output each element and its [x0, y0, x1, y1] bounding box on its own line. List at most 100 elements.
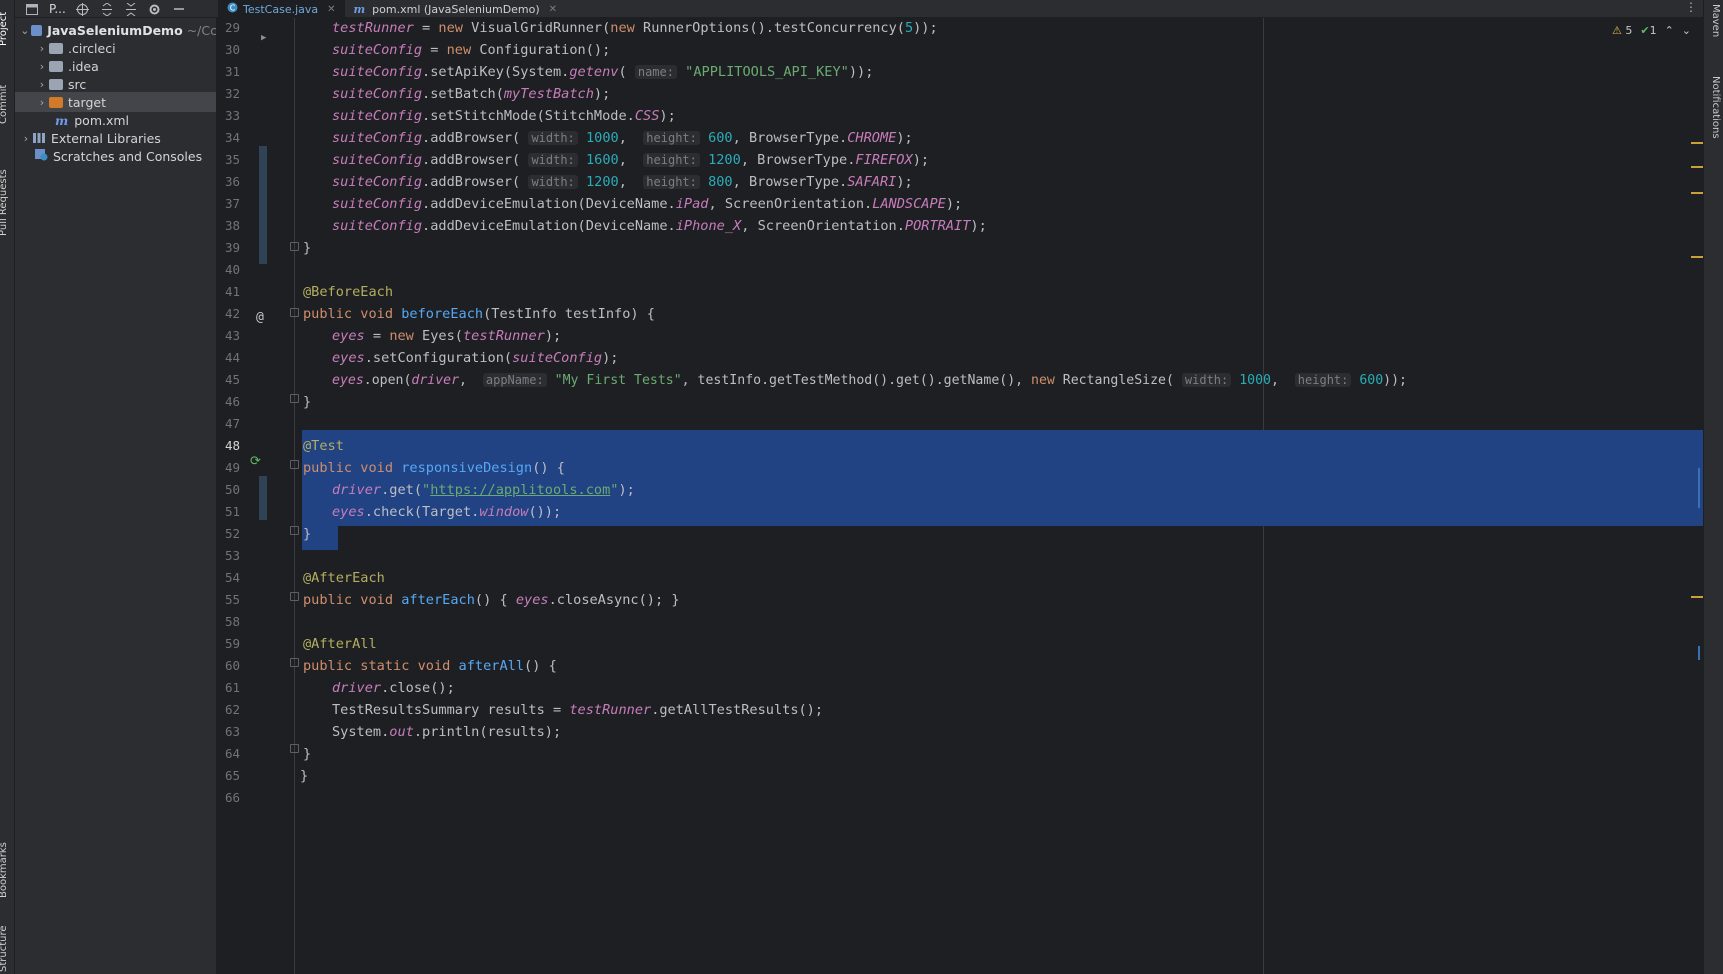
tree-item-label: .idea [68, 58, 99, 74]
line-number: 66 [224, 790, 240, 805]
code-line[interactable]: suiteConfig.setStitchMode(StitchMode.CSS… [300, 104, 1703, 128]
code-line[interactable] [300, 544, 1703, 568]
line-number: 42 [224, 306, 240, 321]
line-number: 62 [224, 702, 240, 717]
tab-testcase-java[interactable]: C TestCase.java ✕ [218, 0, 345, 18]
tree-item-label: External Libraries [51, 130, 161, 146]
tree-item-external-libraries[interactable]: › External Libraries [15, 128, 216, 148]
chevron-down-icon[interactable]: ⌄ [19, 24, 31, 37]
code-line[interactable] [300, 258, 1703, 282]
tab-pom-xml[interactable]: m pom.xml (JavaSeleniumDemo) ✕ [345, 0, 567, 18]
code-line[interactable]: suiteConfig.addDeviceEmulation(DeviceNam… [300, 214, 1703, 238]
tree-item-idea[interactable]: › .idea [15, 56, 216, 76]
code-line[interactable]: public void beforeEach(TestInfo testInfo… [300, 302, 1703, 326]
gear-icon[interactable] [148, 2, 162, 16]
target-icon[interactable] [76, 2, 90, 16]
line-number: 43 [224, 328, 240, 343]
tree-item-label: target [68, 94, 107, 110]
code-line[interactable]: System.out.println(results); [300, 720, 1703, 744]
code-line[interactable] [300, 610, 1703, 634]
code-line[interactable]: suiteConfig.addBrowser( width: 1600, hei… [300, 148, 1703, 172]
tab-label: pom.xml (JavaSeleniumDemo) [372, 2, 540, 16]
code-line[interactable]: suiteConfig.setBatch(myTestBatch); [300, 82, 1703, 106]
line-number: 45 [224, 372, 240, 387]
svg-text:C: C [230, 4, 236, 13]
tree-item-target[interactable]: › target [15, 92, 216, 112]
line-number: 50 [224, 482, 240, 497]
maven-tool-tab[interactable]: Maven [1710, 4, 1721, 54]
code-line[interactable]: } [300, 764, 1703, 788]
more-options-icon[interactable]: ⋮ [1685, 0, 1697, 14]
editor-tabs: C TestCase.java ✕ m pom.xml (JavaSeleniu… [218, 0, 566, 18]
line-number: 39 [224, 240, 240, 255]
maven-icon: m [353, 2, 366, 16]
code-line[interactable]: driver.get("https://applitools.com"); [300, 478, 1703, 502]
line-number: 55 [224, 592, 240, 607]
line-number: 35 [224, 152, 240, 167]
tree-item-label: Scratches and Consoles [53, 148, 203, 164]
tree-root[interactable]: ⌄ JavaSeleniumDemo ~/Cc [15, 20, 216, 40]
code-line[interactable]: testRunner = new VisualGridRunner(new Ru… [300, 18, 1703, 40]
line-number: 41 [224, 284, 240, 299]
line-number: 29 [224, 20, 240, 35]
code-line[interactable]: @AfterAll [300, 632, 1703, 656]
project-panel-header: P... [15, 0, 217, 18]
code-line[interactable] [300, 412, 1703, 436]
line-number: 54 [224, 570, 240, 585]
chevron-right-icon[interactable]: › [35, 96, 49, 109]
code-line[interactable]: public void afterEach() { eyes.closeAsyn… [300, 588, 1703, 612]
maven-icon: m [55, 112, 69, 128]
code-line[interactable]: } [300, 390, 1703, 414]
code-line[interactable]: suiteConfig = new Configuration(); [300, 38, 1703, 62]
code-line[interactable]: TestResultsSummary results = testRunner.… [300, 698, 1703, 722]
notifications-tool-tab[interactable]: Notifications [1710, 76, 1721, 156]
line-number: 65 [224, 768, 240, 783]
chevron-right-icon[interactable]: › [35, 42, 49, 55]
tree-item-circleci[interactable]: › .circleci [15, 38, 216, 58]
close-icon[interactable]: ✕ [327, 4, 335, 15]
line-number: 51 [224, 504, 240, 519]
line-number: 58 [224, 614, 240, 629]
code-line[interactable] [300, 786, 1703, 810]
code-line[interactable]: @AfterEach [300, 566, 1703, 590]
tree-item-pom-xml[interactable]: m pom.xml [15, 110, 216, 130]
code-line[interactable]: } [300, 742, 1703, 766]
line-number: 63 [224, 724, 240, 739]
module-folder-icon [30, 24, 43, 36]
line-number: 59 [224, 636, 240, 651]
code-line[interactable]: eyes.check(Target.window()); [300, 500, 1703, 524]
code-line[interactable]: eyes.setConfiguration(suiteConfig); [300, 346, 1703, 370]
close-icon[interactable]: ✕ [549, 4, 557, 15]
chevron-right-icon[interactable]: › [35, 78, 49, 91]
tree-item-src[interactable]: › src [15, 74, 216, 94]
line-number: 61 [224, 680, 240, 695]
code-line[interactable]: @Test [300, 434, 1703, 458]
code-line[interactable]: suiteConfig.addDeviceEmulation(DeviceNam… [300, 192, 1703, 216]
code-line[interactable]: } [300, 236, 1703, 260]
code-line[interactable]: suiteConfig.addBrowser( width: 1000, hei… [300, 126, 1703, 150]
code-line[interactable]: public void responsiveDesign() { [300, 456, 1703, 480]
code-line[interactable]: suiteConfig.addBrowser( width: 1200, hei… [300, 170, 1703, 194]
project-header-label[interactable]: P... [49, 2, 66, 16]
code-line[interactable]: eyes = new Eyes(testRunner); [300, 324, 1703, 348]
code-line[interactable]: @BeforeEach [300, 280, 1703, 304]
chevron-right-icon[interactable]: › [35, 60, 49, 73]
java-class-icon: C [227, 2, 238, 16]
tree-item-scratches[interactable]: Scratches and Consoles [15, 146, 216, 166]
scratches-icon [35, 148, 48, 164]
excluded-folder-icon [49, 96, 63, 108]
line-number: 60 [224, 658, 240, 673]
code-line[interactable]: eyes.open(driver, appName: "My First Tes… [300, 368, 1703, 392]
top-bar: P... C TestCase.java ✕ m pom.xml (JavaSe… [15, 0, 1703, 18]
collapse-all-icon[interactable] [124, 2, 138, 16]
expand-all-icon[interactable] [100, 2, 114, 16]
code-line[interactable]: } [300, 522, 1703, 546]
chevron-right-icon[interactable]: › [19, 132, 33, 145]
code-line[interactable]: driver.close(); [300, 676, 1703, 700]
right-tool-strip: Maven Notifications [1703, 0, 1723, 974]
minimize-icon[interactable] [172, 2, 186, 16]
code-editor[interactable]: ⚠ 5 ✔1 ⌃ ⌄ @ ⟳ ▶ 29 30 31 32 33 34 35 36… [218, 18, 1703, 974]
code-line[interactable]: suiteConfig.setApiKey(System.getenv( nam… [300, 60, 1703, 84]
code-line[interactable]: public static void afterAll() { [300, 654, 1703, 678]
line-number: 64 [224, 746, 240, 761]
